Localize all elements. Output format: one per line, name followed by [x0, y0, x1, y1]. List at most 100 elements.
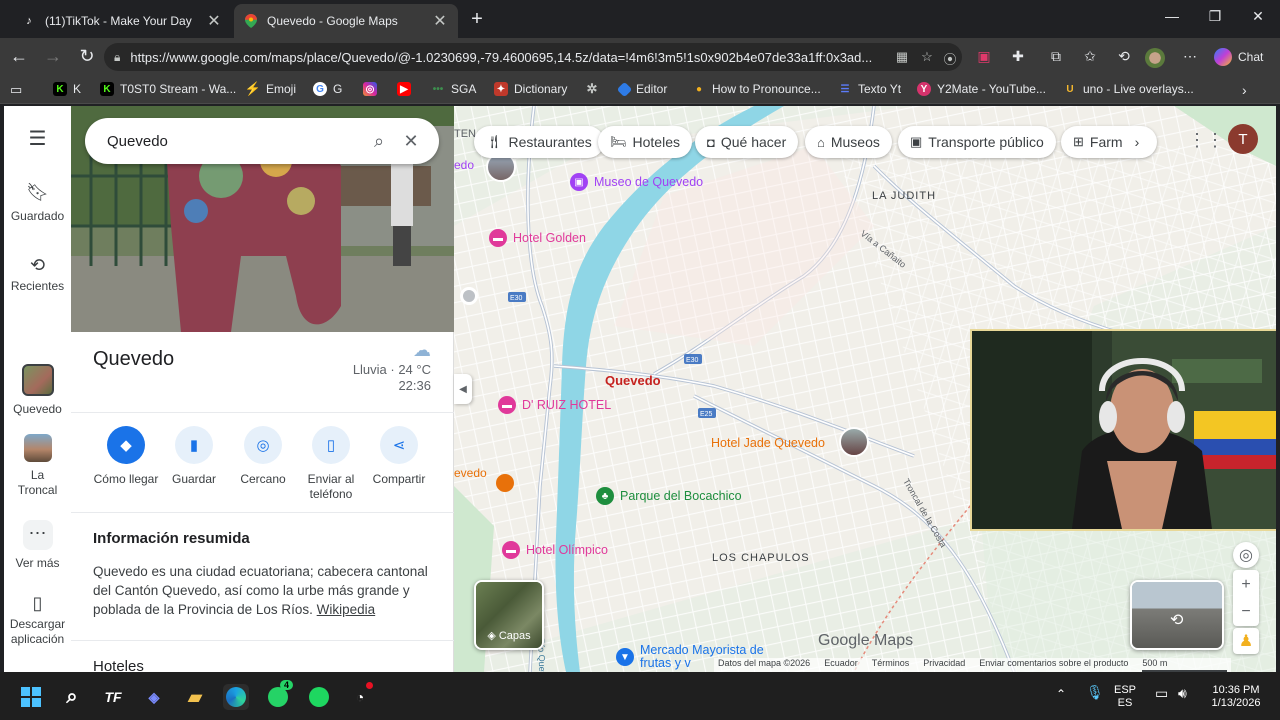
poi-hotel-olimpico[interactable]: ▬ Hotel Olímpico	[502, 541, 608, 559]
city-label[interactable]: Quevedo	[605, 373, 661, 388]
place-marker-icon[interactable]	[460, 287, 478, 305]
feedback-link[interactable]: Enviar comentarios sobre el producto	[979, 658, 1128, 672]
pegman-icon[interactable]: ♟	[1233, 628, 1259, 654]
rail-item-quevedo[interactable]: Quevedo	[4, 364, 71, 416]
chip-hoteles[interactable]: 🛏︎ Hoteles	[598, 126, 692, 158]
back-arrow-icon[interactable]: ←	[8, 46, 30, 67]
search-icon[interactable]: ⌕	[59, 684, 85, 710]
favorites-icon[interactable]: ✩	[1079, 48, 1101, 65]
account-avatar[interactable]: T	[1228, 124, 1258, 154]
location-icon[interactable]: ⦿	[941, 49, 959, 68]
poi-d-ruiz-hotel[interactable]: ▬ D' RUIZ HOTEL	[498, 396, 611, 414]
bookmark-item[interactable]: ✦ Dictionary	[494, 82, 567, 96]
reload-icon[interactable]: ↻	[76, 46, 98, 67]
layers-button[interactable]: ◈ Capas	[474, 580, 544, 650]
profile-avatar[interactable]	[1145, 48, 1167, 68]
bookmark-item[interactable]: Uuno - Live overlays...	[1063, 82, 1193, 96]
microphone-icon[interactable]: 🎙︎	[1086, 685, 1104, 699]
history-icon[interactable]: ⟲	[1113, 48, 1135, 65]
bookmarks-overflow-chevron-icon[interactable]: ›	[1242, 82, 1247, 98]
google-apps-icon[interactable]: ⋮⋮⋮	[1188, 130, 1242, 151]
chevron-right-icon[interactable]: ›	[1135, 134, 1140, 150]
directions-button[interactable]: ◆ Cómo llegar	[91, 426, 161, 487]
street-view-thumbnail[interactable]: ⟲	[1130, 580, 1224, 650]
rail-item-la-troncal[interactable]: La Troncal	[4, 434, 71, 498]
photo-marker-icon[interactable]	[839, 427, 869, 457]
close-tab-icon[interactable]: ✕	[206, 11, 222, 31]
chip-restaurantes[interactable]: 🍴︎ Restaurantes	[474, 126, 604, 158]
copilot-chat-button[interactable]: Chat	[1210, 45, 1274, 69]
bookmark-item[interactable]: ⚡ Emoji	[245, 81, 296, 96]
save-button[interactable]: ▮ Guardar	[159, 426, 229, 487]
volume-icon[interactable]: 🔊︎	[1178, 686, 1187, 700]
url-text[interactable]: https://www.google.com/maps/place/Queved…	[130, 50, 952, 65]
bookmark-item[interactable]: ••• SGA	[431, 82, 477, 96]
vpn-app-icon[interactable]: ◈	[141, 684, 167, 710]
close-window-icon[interactable]: ✕	[1248, 8, 1268, 25]
more-menu-icon[interactable]: ⋯	[1179, 48, 1201, 65]
send-to-phone-button[interactable]: ▯ Enviar al teléfono	[296, 426, 366, 502]
restaurant-pin-icon[interactable]	[496, 474, 514, 492]
whatsapp-icon[interactable]: 4	[265, 680, 293, 710]
poi-hotel-golden[interactable]: ▬ Hotel Golden	[489, 229, 586, 247]
country-link[interactable]: Ecuador	[824, 658, 858, 672]
bookmark-item[interactable]: ☰ Texto Yt	[838, 82, 902, 96]
tf-app-icon[interactable]: TF	[100, 684, 126, 710]
edge-browser-icon[interactable]	[223, 684, 249, 710]
extensions-puzzle-icon[interactable]: ✚	[1007, 48, 1029, 65]
chevron-up-icon[interactable]: ⌃	[1056, 688, 1066, 701]
site-info-icon[interactable]: 🔒︎	[114, 50, 120, 65]
collapse-panel-button[interactable]: ◀	[454, 374, 472, 404]
tab-tiktok[interactable]: ♪ (11)TikTok - Make Your Day ✕	[12, 4, 232, 38]
bookmark-item[interactable]: ◎	[363, 82, 377, 96]
favorite-star-icon[interactable]: ☆	[918, 49, 936, 65]
rail-item-saved[interactable]: 🔖︎ Guardado	[4, 182, 71, 223]
bookmark-item[interactable]: ● How to Pronounce...	[692, 82, 821, 96]
rail-item-download[interactable]: ▯ Descargar aplicación	[4, 594, 71, 647]
obs-icon[interactable]: ◔	[347, 682, 373, 710]
file-explorer-icon[interactable]: ▰	[182, 684, 208, 710]
search-icon[interactable]: ⌕	[363, 131, 395, 152]
app-available-icon[interactable]: ▦	[893, 49, 911, 65]
poi-museo-de-quevedo[interactable]: ▣ Museo de Quevedo	[570, 173, 703, 191]
search-box[interactable]: ⌕ ✕	[85, 118, 439, 164]
rail-item-recent[interactable]: ⟲ Recientes	[4, 256, 71, 294]
forward-arrow-icon[interactable]: →	[42, 46, 64, 67]
minimize-icon[interactable]: —	[1162, 8, 1182, 24]
address-bar[interactable]: 🔒︎ https://www.google.com/maps/place/Que…	[104, 43, 962, 71]
network-icon[interactable]: ▭	[1155, 686, 1168, 700]
bookmark-item[interactable]: Editor	[616, 81, 667, 97]
zoom-in-icon[interactable]: +	[1241, 571, 1250, 598]
bookmark-item[interactable]: K T0ST0 Stream - Wa...	[100, 82, 236, 96]
close-icon[interactable]: ✕	[395, 131, 427, 152]
bookmark-item[interactable]: KK	[53, 82, 81, 96]
chip-que-hacer[interactable]: ◘ Qué hacer	[695, 126, 799, 158]
search-input[interactable]	[107, 132, 363, 150]
nearby-button[interactable]: ◎ Cercano	[228, 426, 298, 487]
poi-hotel-jade-quevedo[interactable]: Hotel Jade Quevedo	[711, 436, 825, 450]
terms-link[interactable]: Términos	[872, 658, 910, 672]
tab-google-maps[interactable]: Quevedo - Google Maps ✕	[234, 4, 458, 38]
maximize-icon[interactable]: ❐	[1205, 8, 1225, 25]
chip-transporte-publico[interactable]: ▣ Transporte público	[898, 126, 1056, 158]
menu-button[interactable]: ☰	[4, 126, 71, 157]
zoom-out-icon[interactable]: −	[1241, 598, 1250, 625]
poi-parque-del-bocachico[interactable]: ♣ Parque del Bocachico	[596, 487, 742, 505]
wikipedia-link[interactable]: Wikipedia	[317, 602, 376, 617]
new-tab-button[interactable]: +	[466, 8, 488, 31]
bookmark-item[interactable]: GG	[313, 82, 342, 96]
bookmark-item[interactable]: Y Y2Mate - YouTube...	[917, 82, 1046, 96]
privacy-link[interactable]: Privacidad	[923, 658, 965, 672]
clock[interactable]: 10:36 PM 1/13/2026	[1208, 684, 1264, 710]
my-location-icon[interactable]: ◎	[1233, 542, 1259, 568]
spotify-icon[interactable]	[306, 684, 332, 710]
extension-icon[interactable]: ▣	[973, 48, 995, 65]
close-tab-icon[interactable]: ✕	[432, 11, 448, 31]
sidebar-toggle-icon[interactable]: ▭	[10, 82, 22, 98]
language-indicator[interactable]: ESP ES	[1114, 684, 1136, 710]
bookmark-item[interactable]: ✲	[585, 81, 599, 96]
share-button[interactable]: ⋖ Compartir	[364, 426, 434, 487]
rail-item-more[interactable]: ⋯ Ver más	[4, 520, 71, 570]
bookmark-item[interactable]: ▶	[397, 82, 411, 96]
windows-start-icon[interactable]	[18, 684, 44, 710]
